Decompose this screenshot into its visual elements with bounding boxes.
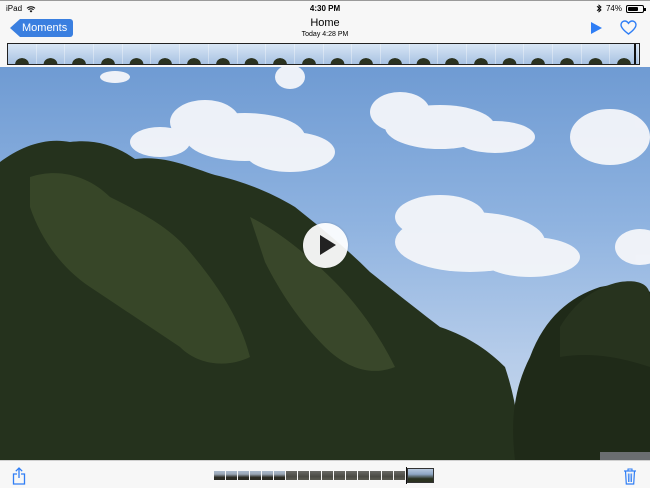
filmstrip-frame — [151, 44, 181, 64]
filmstrip-frame — [208, 44, 238, 64]
mini-scrubber-frame — [322, 471, 333, 480]
filmstrip-frame — [467, 44, 496, 64]
filmstrip-frame — [495, 44, 525, 64]
battery-fill — [628, 6, 639, 11]
video-preview[interactable] — [0, 67, 650, 460]
share-icon[interactable] — [12, 467, 26, 485]
filmstrip-frame — [524, 44, 554, 64]
mini-scrubber-frame — [310, 471, 321, 480]
building — [600, 452, 650, 460]
filmstrip-frame — [266, 44, 295, 64]
filmstrip-frame — [65, 44, 95, 64]
filmstrip-frame — [237, 44, 267, 64]
filmstrip-frame — [380, 44, 410, 64]
play-icon[interactable] — [589, 21, 603, 35]
mini-scrubber-frame — [214, 471, 225, 480]
mini-scrubber-frame — [298, 471, 309, 480]
filmstrip-frame — [553, 44, 582, 64]
bluetooth-icon — [596, 4, 602, 13]
status-right: 74% — [596, 4, 646, 13]
mini-scrubber-frame — [250, 471, 261, 480]
mini-scrubber-frame — [226, 471, 237, 480]
play-video-button[interactable] — [303, 223, 348, 268]
filmstrip-frame — [180, 44, 209, 64]
mini-scrubber-frame — [286, 471, 297, 480]
navigation-bar: Moments Home Today 4:28 PM — [0, 15, 650, 43]
tree-right-top — [560, 281, 650, 367]
photo-viewer-screen: iPad 4:30 PM 74% Moments Home Today 4:28… — [0, 0, 650, 488]
mini-scrubber-frame — [358, 471, 369, 480]
mini-scrubber-frame — [274, 471, 285, 480]
page-subtitle: Today 4:28 PM — [301, 31, 349, 38]
battery-percent: 74% — [605, 4, 622, 13]
filmstrip-frame — [352, 44, 381, 64]
mini-scrubber-frame — [262, 471, 273, 480]
filmstrip-frame — [438, 44, 467, 64]
playhead-handle[interactable] — [634, 44, 636, 64]
play-triangle-icon — [320, 235, 336, 255]
trash-icon[interactable] — [623, 467, 637, 485]
mini-scrubber-frame — [394, 471, 405, 480]
mini-video-scrubber[interactable] — [214, 467, 434, 484]
filmstrip-frame — [94, 44, 123, 64]
filmstrip-frame — [122, 44, 152, 64]
filmstrip-frame — [36, 44, 66, 64]
filmstrip-frame — [294, 44, 324, 64]
mini-scrubber-current-frame — [407, 468, 434, 483]
filmstrip-frames — [8, 44, 639, 64]
status-time: 4:30 PM — [309, 4, 341, 13]
mini-scrubber-frame — [238, 471, 249, 480]
page-title: Home — [310, 17, 340, 29]
battery-icon — [626, 4, 646, 13]
video-filmstrip[interactable] — [7, 43, 640, 65]
mini-scrubber-frames — [214, 471, 406, 480]
heart-icon[interactable] — [620, 20, 637, 35]
mini-scrubber-frame — [346, 471, 357, 480]
filmstrip-frame — [409, 44, 439, 64]
mini-scrubber-frame — [382, 471, 393, 480]
mini-scrubber-frame — [370, 471, 381, 480]
filmstrip-frame — [323, 44, 353, 64]
filmstrip-frame — [581, 44, 611, 64]
mini-scrubber-frame — [334, 471, 345, 480]
bottom-toolbar — [0, 460, 650, 488]
filmstrip-frame — [8, 44, 37, 64]
